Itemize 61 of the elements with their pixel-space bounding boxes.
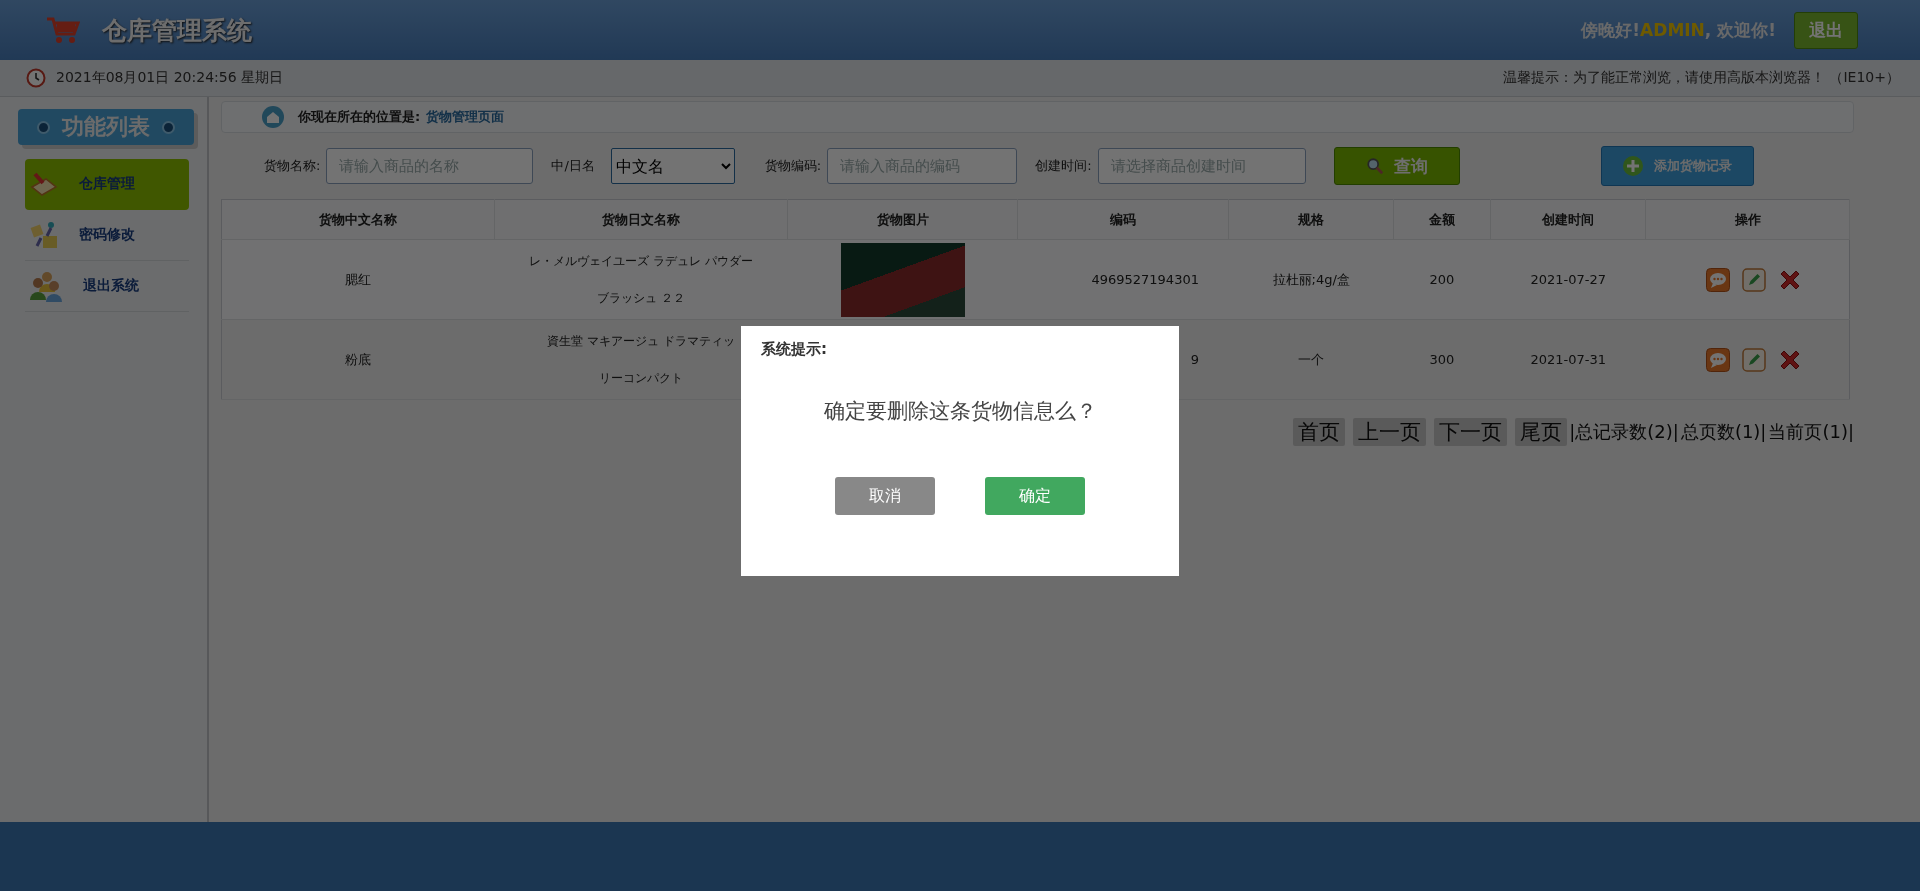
breadcrumb-link[interactable]: 货物管理页面	[426, 108, 505, 126]
sidebar-item[interactable]: 仓库管理	[25, 159, 189, 210]
table-cell: 拉杜丽;4g/盒	[1228, 239, 1394, 320]
field-label: 货物名称:	[264, 157, 321, 175]
language-select[interactable]: 中文名	[610, 148, 735, 184]
field-label: 创建时间:	[1035, 157, 1092, 175]
search-button[interactable]: 查询	[1333, 147, 1460, 185]
table-cell-text: レ・メルヴェイユーズ ラデュレ パウダー	[529, 252, 753, 270]
table-cell-text: ブラッシュ ２２	[597, 289, 685, 307]
pagination-link[interactable]: 上一页	[1353, 418, 1427, 446]
table-cell-text: 資生堂 マキアージュ ドラマティッ	[547, 332, 735, 350]
user-name: ADMIN	[1640, 20, 1705, 40]
greeting-text: 傍晚好!	[1581, 18, 1641, 42]
pagination-link[interactable]: 首页	[1293, 418, 1346, 446]
edit-icon[interactable]	[1742, 347, 1767, 372]
clock-icon	[26, 68, 46, 88]
cancel-button[interactable]: 取消	[835, 477, 935, 515]
cart-icon	[46, 16, 80, 44]
welcome-text: , 欢迎你!	[1704, 18, 1776, 42]
column-header: 编码	[1017, 199, 1229, 240]
search-icon	[1365, 157, 1384, 175]
column-header: 货物图片	[787, 199, 1018, 240]
app-title: 仓库管理系统	[102, 14, 252, 47]
dialog-title: 系统提示:	[761, 340, 828, 359]
sidebar-item[interactable]: 密码修改	[25, 210, 189, 261]
notepad-icon	[29, 171, 59, 197]
table-cell: 4969527194301	[1017, 239, 1229, 320]
page-stat: |总记录数(2)|	[1569, 420, 1679, 444]
column-header: 创建时间	[1490, 199, 1646, 240]
speech-bubble-icon[interactable]	[1706, 347, 1731, 372]
column-header: 金额	[1393, 199, 1491, 240]
date-time: 2021年08月01日 20:24:56 星期日	[56, 69, 284, 87]
pagination-link[interactable]: 尾页	[1515, 418, 1568, 446]
table-cell: 200	[1393, 239, 1491, 320]
logout-button[interactable]: 退出	[1794, 11, 1858, 49]
add-record-button[interactable]: 添加货物记录	[1600, 146, 1754, 186]
table-cell: 2021-07-31	[1490, 319, 1646, 400]
table-cell: 300	[1393, 319, 1491, 400]
confirm-button[interactable]: 确定	[985, 477, 1085, 515]
users-icon	[29, 270, 63, 302]
column-header: 操作	[1645, 199, 1850, 240]
table-cell: 2021-07-27	[1490, 239, 1646, 320]
pagination-link[interactable]: 下一页	[1434, 418, 1508, 446]
page-stat: 总页数(1)|	[1680, 420, 1767, 444]
edit-icon[interactable]	[1742, 267, 1767, 292]
table-cell: 腮红	[221, 239, 495, 320]
location-label: 你现在所在的位置是:	[298, 108, 421, 126]
column-header: 规格	[1228, 199, 1394, 240]
plus-icon	[1622, 155, 1645, 177]
field-label: 中/日名	[551, 157, 595, 175]
column-header: 货物日文名称	[494, 199, 788, 240]
table-cell: 粉底	[221, 319, 495, 400]
table-cell-text: リーコンパクト	[599, 369, 683, 387]
browser-notice: 温馨提示：为了能正常浏览，请使用高版本浏览器！ （IE10+）	[1503, 69, 1900, 87]
sidebar-item[interactable]: 退出系统	[25, 261, 189, 312]
page-stat: 当前页(1)|	[1768, 420, 1854, 444]
field-label: 货物编码:	[764, 157, 822, 175]
speech-bubble-icon[interactable]	[1706, 267, 1731, 292]
dialog-message: 确定要删除这条货物信息么？	[822, 398, 1098, 425]
column-header: 货物中文名称	[221, 199, 495, 240]
home-icon	[262, 106, 284, 128]
